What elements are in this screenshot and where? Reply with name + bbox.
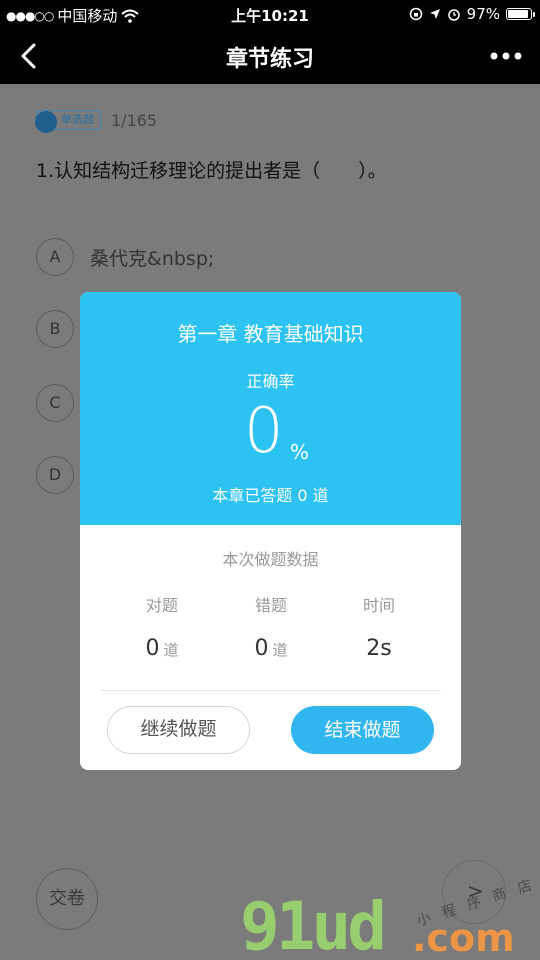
option-b-circle[interactable]: B [36,310,74,348]
stat-time-label: 时间 [362,596,395,615]
option-c-circle[interactable]: C [36,384,74,422]
stat-time-value: 2s [366,636,392,661]
continue-practice-button[interactable]: 继续做题 [107,706,250,754]
stat-correct-label: 对题 [145,596,178,615]
option-a-circle[interactable]: A [36,238,74,276]
accuracy-unit: % [290,440,310,464]
more-menu-icon[interactable] [486,40,526,72]
stat-time: 时间 2s [319,592,439,661]
option-a-text[interactable]: 桑代克&nbsp; [90,244,214,271]
stat-wrong: 错题 0道 [211,592,331,661]
battery-icon [506,8,535,20]
stat-correct-unit: 道 [163,641,179,659]
watermark-brand: 91ud [240,888,387,960]
session-stats-title: 本次做题数据 [222,550,319,569]
alarm-clock-icon [447,9,460,21]
chapter-answered-count: 本章已答题 0 道 [212,486,329,505]
result-dialog: 第一章 教育基础知识 正确率 0 % 本章已答题 0 道 本次做题数据 对题 0… [80,292,461,770]
nav-bar: 章节练习 [0,28,540,84]
location-arrow-icon [429,9,440,19]
end-practice-button[interactable]: 结束做题 [291,706,434,754]
tag-badge-icon [35,111,57,133]
stat-correct-value: 0 [145,636,160,661]
stat-wrong-unit: 道 [272,641,288,659]
stat-correct: 对题 0道 [102,592,222,661]
battery-fill [508,10,528,18]
stat-time-value-row: 2s [319,636,439,661]
dialog-divider [100,690,441,691]
watermark-tld: .com [412,916,515,960]
page-title: 章节练习 [225,47,314,72]
accuracy-value: 0 [244,394,284,467]
stat-wrong-label: 错题 [254,596,287,615]
chapter-title: 第一章 教育基础知识 [177,322,364,346]
option-d-circle[interactable]: D [36,456,74,494]
question-text: 1.认知结构迁移理论的提出者是（ ）。 [36,160,387,182]
question-counter: 1/165 [111,110,158,130]
status-right: 97% [409,5,535,23]
question-meta: 单选题 1/165 [35,110,158,133]
stat-wrong-value-row: 0道 [211,636,331,661]
question-type-label: 单选题 [61,113,94,126]
status-bar: ●●●○○ 中国移动 上午10:21 97% [0,0,540,28]
orientation-lock-icon [409,7,422,21]
accuracy-label: 正确率 [246,372,295,391]
stat-correct-value-row: 0道 [102,636,222,661]
question-type-tag: 单选题 [35,110,101,133]
battery-percent: 97% [466,5,500,23]
stat-wrong-value: 0 [254,636,269,661]
submit-exam-button[interactable]: 交卷 [36,868,98,930]
result-header: 第一章 教育基础知识 正确率 0 % 本章已答题 0 道 [80,292,461,525]
